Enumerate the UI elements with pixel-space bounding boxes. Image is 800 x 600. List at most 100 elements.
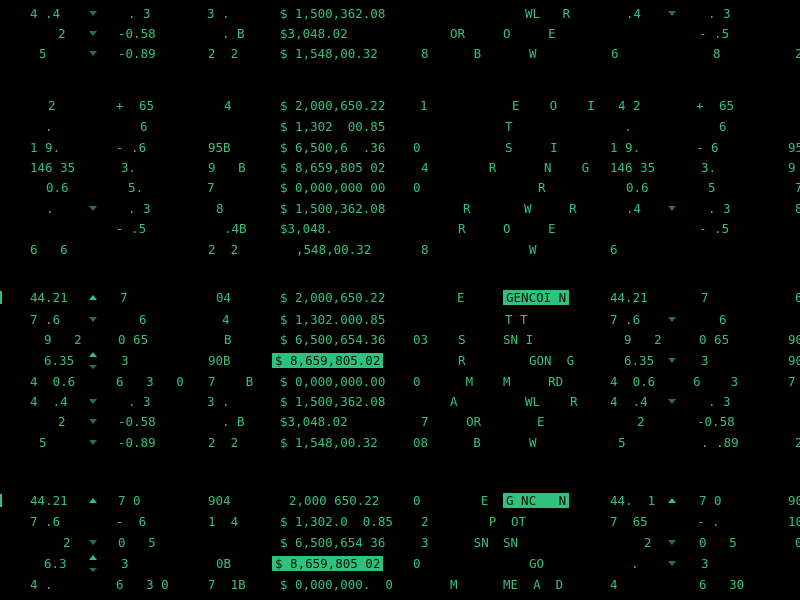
data-cell: A [450,394,458,409]
data-cell: 4 [224,98,232,113]
data-cell: 6 [611,46,619,61]
data-cell: 3. [701,160,717,175]
data-row: 4 . 6 3 0 7 1B $ 0,000,000. 0 M ME A D 4 6 30 [0,575,800,595]
data-cell: 0 E [413,493,489,508]
data-cell: 0 [413,556,421,571]
data-cell: 9 B [208,160,246,175]
data-cell: 2 2 [208,435,239,450]
row-marker [0,494,2,507]
data-cell: 6 3 0 [116,374,184,389]
data-cell: $ 6,500,654 36 [280,535,386,550]
data-cell: E [457,290,465,305]
data-cell: S I [505,140,558,155]
data-cell: R [463,201,471,216]
data-cell: . .89 [701,435,739,450]
data-cell: O E [503,221,556,236]
data-cell: T [505,119,513,134]
data-cell: 4 0.6 [610,374,656,389]
data-cell: 2 [795,435,800,450]
triangle-down-icon [88,412,98,432]
data-cell: $ 1,500,362.08 [280,6,386,21]
data-cell: 2 P [421,514,497,529]
data-cell: 2 [48,98,56,113]
data-cell: 3 [701,353,709,368]
data-cell: .4 [626,201,642,216]
data-row: 2 0 5 $ 6,500,654 36 3 SN SN 2 0 5 0 [0,533,800,553]
data-cell: 90 [788,332,800,347]
data-cell: 04 [216,290,232,305]
data-row: 1 9. - .6 95B $ 6,500,6 .36 0 S I 1 9. - 6 95 [0,138,800,158]
data-cell: $ 2,000,650.22 [280,290,386,305]
data-cell: GON G [529,353,575,368]
triangle-down-icon [88,4,98,24]
data-cell: - .5 [699,221,730,236]
data-cell: 7 [795,180,800,195]
data-cell: 6.35 [624,353,655,368]
data-cell: 6.35 [44,353,75,368]
data-cell: 7 1B [208,577,246,592]
data-row: 4 .4 . 3 3 . $ 1,500,362.08 WL R .4 . 3 [0,4,800,24]
data-cell: 3 . [207,394,230,409]
data-cell: . 3 [128,6,151,21]
triangle-down-icon [667,554,677,574]
data-cell: 7 .6 [30,514,61,529]
data-cell: 95 [788,140,800,155]
data-cell: 1 9. [610,140,641,155]
data-cell: $ 0,000,000.00 [280,374,386,389]
data-cell: + [116,98,124,113]
data-cell: 0 [413,140,421,155]
data-cell: 0 [795,535,800,550]
data-cell: 5 [708,180,716,195]
data-row: 2 -0.58 . B $3,048.02 OR O E - .5 [0,24,800,44]
highlighted-cell: G NC N [503,493,570,508]
data-cell: 7 [120,290,128,305]
data-cell: R [458,221,466,236]
data-cell: W [529,435,537,450]
data-cell: -0.58 [118,414,156,429]
triangle-down-icon [667,351,677,371]
data-cell: $ 1,500,362.08 [280,394,386,409]
triangle-down-icon [667,199,677,219]
data-cell: 0 5 [699,535,737,550]
data-cell: - 6 [696,140,719,155]
data-cell: M [450,577,458,592]
triangle-up-icon [88,491,98,511]
data-cell: 4 .4 [610,394,648,409]
data-row: 9 2 0 65 B $ 6,500,654.36 03 S SN I 9 2 0 65 90 [0,330,800,350]
data-cell: 3 . [207,6,230,21]
data-cell: 6 [140,119,148,134]
data-cell: . 3 [708,6,731,21]
data-cell: . B [222,414,245,429]
data-cell: - . [697,514,720,529]
data-row: . 6 $ 1,302 00.85 T. 6 [0,117,800,137]
data-cell: 4 0.6 [30,374,76,389]
data-cell: ME A D [503,577,564,592]
data-cell: SN I [503,332,534,347]
triangle-down-icon [667,4,677,24]
data-row: . . 3 8 $ 1,500,362.08 R W R .4 . 3 8 [0,199,800,219]
data-row: 146 35 3. 9 B $ 8,659,805 02 4 R N G 146 35 3. 9 [0,158,800,178]
data-cell: $ 1,500,362.08 [280,201,386,216]
data-cell: 4 [610,577,618,592]
data-cell: 90 [788,493,800,508]
data-cell: 4 [222,312,230,327]
data-cell: W [529,242,537,257]
data-cell: 7 .6 [30,312,61,327]
data-cell: + [696,98,704,113]
data-cell: 44. 1 [610,493,656,508]
data-cell: 1 4 [208,514,239,529]
data-row: 44.21 7 0 904 2,000 650.22 0 E G NC N 44. 1 7 0… [0,491,800,511]
data-cell: ,548,00.32 [296,242,372,257]
data-cell: 4 R [421,160,497,175]
data-cell: $ 8,659,805 02 [280,160,386,175]
data-cell: 5. [128,180,144,195]
data-cell: 0 [413,180,421,195]
data-cell: $ 6,500,654.36 [280,332,386,347]
data-cell: 6 6 [30,242,68,257]
data-terminal-screen: 4 .4. 33 . $ 1,500,362.08 WL R .4. 3 2 -0.58.… [0,0,800,600]
row-marker [0,291,2,304]
data-cell: W R [524,201,577,216]
data-cell: $3,048. [280,221,333,236]
data-cell: 3 [121,556,129,571]
data-cell: - 6 [116,514,147,529]
